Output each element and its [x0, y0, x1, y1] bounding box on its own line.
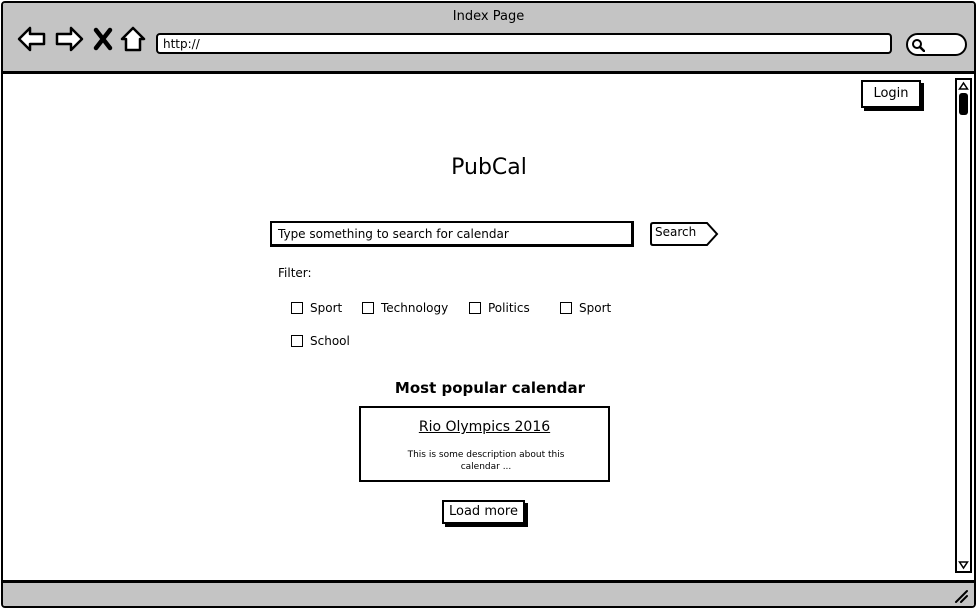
vertical-scrollbar[interactable] — [955, 78, 972, 573]
checkbox[interactable] — [560, 302, 572, 314]
scroll-up-icon[interactable] — [958, 81, 969, 91]
filter-option-politics[interactable]: Politics — [469, 301, 530, 315]
checkbox[interactable] — [291, 335, 303, 347]
login-button[interactable]: Login — [861, 80, 921, 108]
popular-calendar-heading: Most popular calendar — [394, 379, 586, 397]
calendar-card-description: This is some description about this cale… — [407, 450, 565, 472]
checkbox[interactable] — [362, 302, 374, 314]
filter-option-technology[interactable]: Technology — [362, 301, 448, 315]
home-icon[interactable] — [119, 25, 147, 53]
filter-option-sport-2[interactable]: Sport — [560, 301, 611, 315]
filter-option-label: Sport — [579, 301, 612, 315]
calendar-card-title-link[interactable]: Rio Olympics 2016 — [361, 419, 608, 435]
resize-grip-icon[interactable] — [954, 589, 968, 603]
checkbox[interactable] — [469, 302, 481, 314]
back-arrow-icon[interactable] — [17, 25, 47, 53]
search-button[interactable]: Search — [649, 221, 719, 247]
load-more-button[interactable]: Load more — [442, 500, 525, 524]
search-button-label: Search — [655, 225, 697, 239]
search-icon — [912, 39, 925, 52]
scrollbar-thumb[interactable] — [959, 93, 968, 115]
calendar-card: Rio Olympics 2016 This is some descripti… — [359, 406, 610, 482]
browser-titlebar: Index Page http:// — [3, 3, 974, 74]
filter-option-sport[interactable]: Sport — [291, 301, 342, 315]
browser-search-field[interactable] — [906, 33, 967, 56]
forward-arrow-icon[interactable] — [54, 25, 84, 53]
filter-label: Filter: — [278, 266, 312, 280]
filter-option-school[interactable]: School — [291, 334, 350, 348]
search-input[interactable]: Type something to search for calendar — [270, 221, 634, 247]
filter-option-label: Technology — [381, 301, 449, 315]
filter-option-label: Sport — [310, 301, 343, 315]
browser-window: Index Page http:// Login PubCal Type som… — [1, 1, 976, 608]
stop-icon[interactable] — [91, 25, 115, 53]
scroll-down-icon[interactable] — [958, 560, 969, 570]
page-title: PubCal — [451, 155, 527, 180]
page-content: Login PubCal Type something to search fo… — [3, 77, 955, 582]
status-bar — [3, 580, 974, 606]
window-title: Index Page — [452, 9, 525, 24]
filter-option-label: School — [310, 334, 350, 348]
url-bar[interactable]: http:// — [156, 33, 892, 54]
filter-option-label: Politics — [488, 301, 530, 315]
checkbox[interactable] — [291, 302, 303, 314]
